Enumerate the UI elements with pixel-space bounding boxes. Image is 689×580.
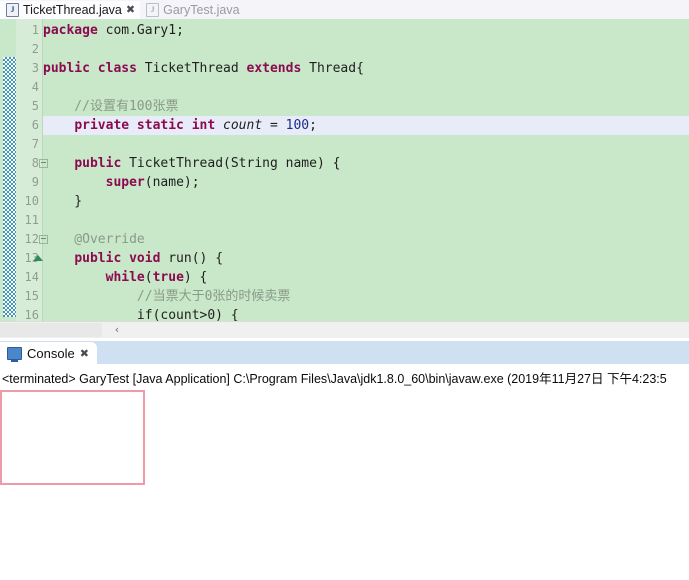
code-token-kw: private static int [74, 118, 216, 133]
editor-tab-garytest[interactable]: J GaryTest.java [140, 1, 244, 19]
code-token-id [43, 118, 74, 133]
code-token-id [43, 270, 106, 285]
code-line[interactable]: //当票大于0张的时候卖票 [43, 287, 689, 306]
java-file-icon: J [146, 2, 160, 17]
line-number: 3 [31, 61, 39, 75]
code-token-kw: true [152, 270, 184, 285]
code-token-id: if(count>0) { [43, 308, 239, 321]
line-number: 7 [31, 137, 39, 151]
code-line[interactable]: while(true) { [43, 268, 689, 287]
editor-horizontal-scrollbar[interactable]: ‹ [0, 321, 689, 338]
line-number: 11 [24, 213, 39, 227]
code-token-id: = [262, 118, 286, 133]
code-token-id: (name); [144, 175, 200, 190]
highlight-annotation-box [0, 390, 145, 485]
code-token-id: com.Gary1; [97, 23, 184, 38]
close-icon[interactable]: ✖ [80, 348, 89, 359]
line-number: 10 [24, 194, 39, 208]
code-token-id: ( [144, 270, 153, 285]
code-line[interactable]: public TicketThread(String name) { [43, 154, 689, 173]
console-tab-bar: Console ✖ [0, 341, 689, 364]
editor-tab-bar: J TicketThread.java ✖ J GaryTest.java [0, 0, 689, 20]
code-text-area[interactable]: package com.Gary1; public class TicketThr… [43, 19, 689, 321]
scrollbar-thumb[interactable] [0, 323, 102, 337]
code-line[interactable]: public void run() { [43, 249, 689, 268]
line-number: 16 [24, 308, 39, 321]
code-line[interactable]: @Override [43, 230, 689, 249]
code-token-cmt: //设置有100张票 [43, 99, 179, 114]
code-token-id: TicketThread(String name) { [121, 156, 341, 171]
code-token-id: ; [309, 118, 317, 133]
code-line[interactable]: //设置有100张票 [43, 97, 689, 116]
chevron-left-icon[interactable]: ‹ [110, 323, 124, 337]
code-token-idi: count [215, 118, 263, 133]
code-token-id [43, 251, 74, 266]
close-icon[interactable]: ✖ [126, 4, 135, 15]
code-editor[interactable]: 1 2 3 4 5 6 7 8 9 10 11 12 13 14 15 16 package com.Gary… [0, 19, 689, 321]
editor-tab-ticketthread[interactable]: J TicketThread.java ✖ [0, 0, 141, 19]
editor-tab-label: GaryTest.java [163, 2, 240, 17]
code-line[interactable] [43, 40, 689, 59]
line-number: 5 [31, 99, 39, 113]
console-tab-label: Console [27, 345, 75, 361]
line-number: 8 [15, 154, 48, 173]
console-output-panel[interactable]: <terminated> GaryTest [Java Application]… [0, 364, 689, 580]
line-number: 14 [24, 270, 39, 284]
code-token-id: TicketThread [136, 61, 247, 76]
code-token-cmt: //当票大于0张的时候卖票 [43, 289, 291, 304]
code-line[interactable]: super(name); [43, 173, 689, 192]
line-number: 12 [15, 230, 48, 249]
code-token-kw: while [105, 270, 145, 285]
code-line[interactable]: public class TicketThread extends Thread… [43, 59, 689, 78]
code-line[interactable]: } [43, 192, 689, 211]
code-token-kw: super [105, 175, 145, 190]
code-line[interactable]: if(count>0) { [43, 306, 689, 321]
code-token-id: ) { [183, 270, 208, 285]
code-line[interactable] [43, 135, 689, 154]
java-file-icon: J [6, 2, 19, 17]
code-token-id: Thread{ [301, 61, 364, 76]
line-number: 9 [31, 175, 39, 189]
code-token-ann: @Override [43, 232, 145, 247]
code-line[interactable]: package com.Gary1; [43, 21, 689, 40]
terminated-process-line: <terminated> GaryTest [Java Application]… [2, 372, 667, 386]
code-token-id [43, 156, 74, 171]
code-line[interactable] [43, 211, 689, 230]
code-token-kw: public class [43, 61, 137, 76]
code-token-id: } [43, 194, 83, 209]
line-number: 6 [31, 118, 39, 132]
tab-console[interactable]: Console ✖ [0, 342, 97, 364]
override-method-marker-icon [33, 255, 43, 261]
line-number: 2 [31, 42, 39, 56]
line-number: 15 [24, 289, 39, 303]
code-token-kw: public [74, 156, 122, 171]
line-number: 1 [31, 23, 39, 37]
code-token-id: run() { [160, 251, 224, 266]
code-token-id [43, 175, 106, 190]
code-token-num: 100 [285, 118, 310, 133]
code-line[interactable] [43, 78, 689, 97]
code-token-kw: extends [246, 61, 302, 76]
code-line[interactable]: private static int count = 100; [43, 116, 689, 135]
line-number: 4 [31, 80, 39, 94]
line-number-gutter: 1 2 3 4 5 6 7 8 9 10 11 12 13 14 15 16 [15, 19, 48, 321]
editor-tab-label: TicketThread.java [23, 2, 122, 17]
code-token-kw: public void [74, 251, 161, 266]
console-icon [7, 346, 22, 362]
code-token-kw: package [43, 23, 98, 38]
